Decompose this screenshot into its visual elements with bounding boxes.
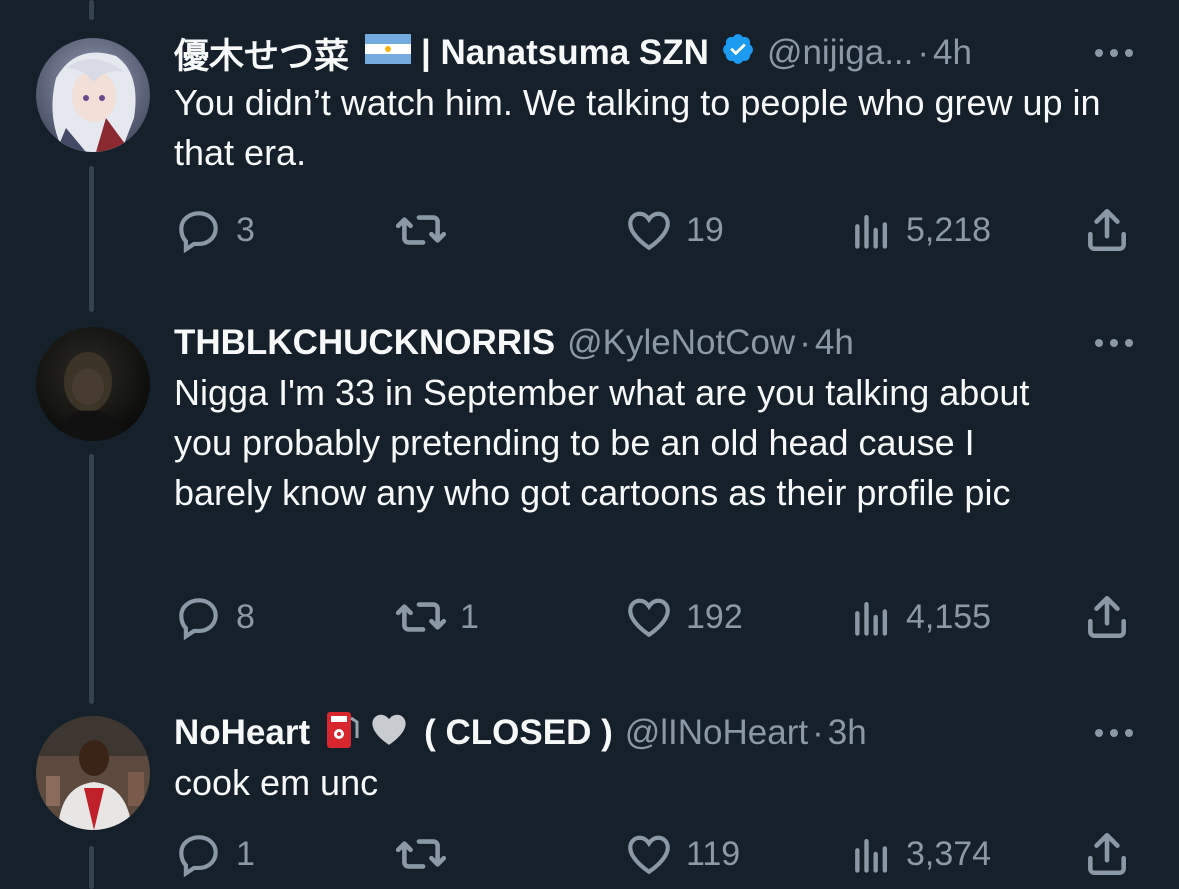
timestamp[interactable]: 4h (815, 323, 854, 363)
views-button[interactable]: 5,218 (850, 200, 991, 260)
tweet-actions: 3 19 5,218 (174, 200, 1144, 260)
views-button[interactable]: 4,155 (850, 587, 991, 647)
more-options-icon[interactable] (1089, 710, 1139, 756)
tweet[interactable]: THBLKCHUCKNORRIS @KyleNotCow · 4h Nigga … (0, 300, 1179, 680)
timestamp[interactable]: 4h (933, 33, 972, 73)
more-options-icon[interactable] (1089, 320, 1139, 366)
repost-icon (395, 602, 447, 632)
user-handle[interactable]: @lINoHeart (625, 713, 808, 753)
repost-count: 1 (460, 597, 479, 636)
reply-button[interactable]: 8 (174, 587, 255, 647)
display-name-suffix[interactable]: | Nanatsuma SZN (421, 33, 709, 73)
like-count: 119 (686, 834, 741, 873)
like-count: 19 (686, 210, 724, 249)
views-chart-icon (855, 214, 888, 249)
tweet-actions: 1 119 3,374 (174, 824, 1144, 884)
view-count: 4,155 (906, 597, 992, 636)
verified-badge-icon[interactable] (721, 32, 755, 75)
avatar[interactable] (36, 38, 150, 152)
like-button[interactable]: 19 (624, 200, 724, 260)
tweet-header: NoHeart ( CLOSED ) @lINoHeart · 3h (174, 710, 1149, 756)
heart-icon (628, 835, 670, 875)
repost-button[interactable] (394, 200, 460, 260)
share-icon (1088, 208, 1126, 252)
reply-count: 3 (236, 210, 255, 249)
share-button[interactable] (1082, 824, 1132, 884)
tweet-header: 優木せつ菜 | Nanatsuma SZN @nijiga... · 4h (174, 30, 1149, 76)
like-button[interactable]: 192 (624, 587, 743, 647)
reply-icon (179, 211, 218, 254)
tweet-actions: 8 1 192 4,155 (174, 587, 1144, 647)
tweet-header: THBLKCHUCKNORRIS @KyleNotCow · 4h (174, 320, 1149, 366)
display-name[interactable]: THBLKCHUCKNORRIS (174, 323, 555, 363)
reply-icon (179, 598, 218, 641)
user-handle[interactable]: @nijiga... (767, 33, 913, 73)
reply-count: 1 (236, 834, 255, 873)
share-icon (1088, 832, 1126, 876)
argentina-flag-icon (365, 33, 412, 73)
white-heart-icon (370, 711, 408, 756)
tweet[interactable]: 優木せつ菜 | Nanatsuma SZN @nijiga... · 4h Yo… (0, 0, 1179, 290)
tweet-text: You didn’t watch him. We talking to peop… (174, 82, 1101, 173)
share-button[interactable] (1082, 200, 1132, 260)
avatar[interactable] (36, 716, 150, 830)
views-chart-icon (855, 601, 888, 636)
separator-dot: · (917, 33, 930, 72)
reply-button[interactable]: 1 (174, 824, 255, 884)
views-button[interactable]: 3,374 (850, 824, 991, 884)
share-icon (1088, 595, 1126, 639)
repost-icon (395, 215, 447, 245)
display-name-suffix[interactable]: ( CLOSED ) (424, 713, 613, 753)
separator-dot: · (812, 713, 824, 752)
fuel-pump-icon (324, 708, 360, 759)
tweet[interactable]: NoHeart ( CLOSED ) @lINoHeart · 3h cook … (0, 690, 1179, 889)
reply-icon (179, 835, 218, 878)
view-count: 3,374 (906, 834, 992, 873)
heart-icon (628, 211, 670, 251)
tweet-text: Nigga I'm 33 in September what are you t… (174, 372, 1030, 513)
repost-button[interactable] (394, 824, 460, 884)
separator-dot: · (799, 323, 811, 362)
reply-button[interactable]: 3 (174, 200, 255, 260)
reply-thread: 優木せつ菜 | Nanatsuma SZN @nijiga... · 4h Yo… (0, 0, 1179, 889)
views-chart-icon (855, 838, 888, 873)
like-button[interactable]: 119 (624, 824, 740, 884)
avatar[interactable] (36, 327, 150, 441)
display-name[interactable]: NoHeart (174, 713, 310, 753)
share-button[interactable] (1082, 587, 1132, 647)
user-handle[interactable]: @KyleNotCow (567, 323, 795, 363)
repost-icon (395, 839, 447, 869)
tweet-text: cook em unc (174, 762, 379, 803)
timestamp[interactable]: 3h (828, 713, 867, 753)
view-count: 5,218 (906, 210, 992, 249)
heart-icon (628, 598, 670, 638)
reply-count: 8 (236, 597, 255, 636)
more-options-icon[interactable] (1089, 30, 1139, 76)
like-count: 192 (686, 597, 743, 636)
repost-button[interactable]: 1 (394, 587, 479, 647)
display-name[interactable]: 優木せつ菜 (174, 28, 349, 79)
